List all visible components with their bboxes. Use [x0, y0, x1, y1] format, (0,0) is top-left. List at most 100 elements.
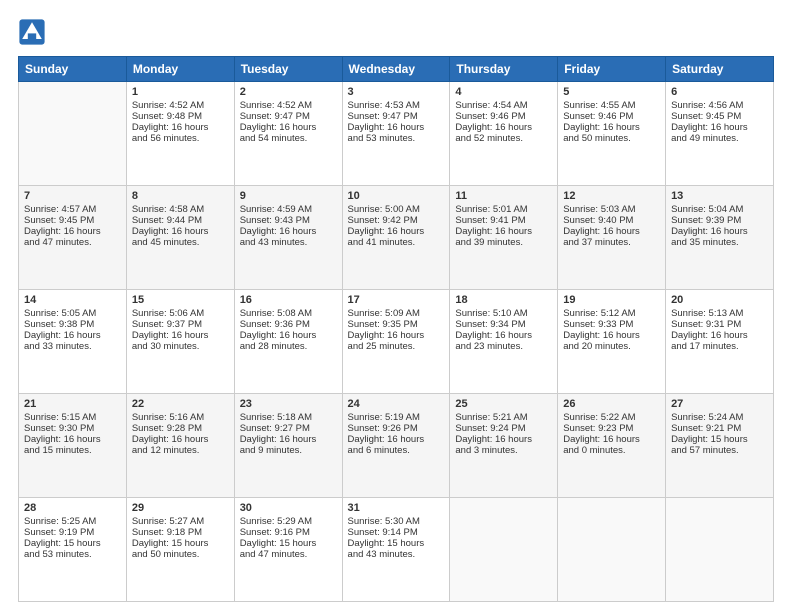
day-info: Daylight: 16 hours [348, 330, 445, 341]
day-info: Sunrise: 5:08 AM [240, 308, 337, 319]
day-info: Sunrise: 4:55 AM [563, 100, 660, 111]
day-info: and 9 minutes. [240, 445, 337, 456]
day-info: Sunrise: 5:21 AM [455, 412, 552, 423]
day-info: Sunrise: 5:29 AM [240, 516, 337, 527]
day-info: and 49 minutes. [671, 133, 768, 144]
day-number: 8 [132, 190, 229, 202]
day-cell: 27Sunrise: 5:24 AMSunset: 9:21 PMDayligh… [666, 394, 774, 498]
day-info: Sunset: 9:46 PM [455, 111, 552, 122]
day-number: 31 [348, 502, 445, 514]
day-info: and 0 minutes. [563, 445, 660, 456]
day-info: Sunrise: 4:54 AM [455, 100, 552, 111]
day-info: and 15 minutes. [24, 445, 121, 456]
day-number: 20 [671, 294, 768, 306]
day-info: Sunrise: 4:52 AM [132, 100, 229, 111]
logo [18, 18, 50, 46]
day-info: Daylight: 16 hours [348, 434, 445, 445]
day-info: Daylight: 16 hours [348, 122, 445, 133]
day-info: Daylight: 16 hours [24, 434, 121, 445]
day-number: 18 [455, 294, 552, 306]
day-info: Sunrise: 5:05 AM [24, 308, 121, 319]
day-number: 10 [348, 190, 445, 202]
day-info: Sunset: 9:48 PM [132, 111, 229, 122]
day-info: and 47 minutes. [240, 549, 337, 560]
day-info: Daylight: 16 hours [240, 226, 337, 237]
day-info: and 33 minutes. [24, 341, 121, 352]
day-info: Sunrise: 5:01 AM [455, 204, 552, 215]
day-number: 15 [132, 294, 229, 306]
day-info: and 30 minutes. [132, 341, 229, 352]
day-info: Sunset: 9:30 PM [24, 423, 121, 434]
day-cell: 4Sunrise: 4:54 AMSunset: 9:46 PMDaylight… [450, 82, 558, 186]
day-cell: 24Sunrise: 5:19 AMSunset: 9:26 PMDayligh… [342, 394, 450, 498]
day-number: 1 [132, 86, 229, 98]
col-monday: Monday [126, 57, 234, 82]
day-info: Sunset: 9:27 PM [240, 423, 337, 434]
day-cell: 14Sunrise: 5:05 AMSunset: 9:38 PMDayligh… [19, 290, 127, 394]
col-wednesday: Wednesday [342, 57, 450, 82]
week-row-2: 7Sunrise: 4:57 AMSunset: 9:45 PMDaylight… [19, 186, 774, 290]
day-info: Sunset: 9:45 PM [671, 111, 768, 122]
week-row-1: 1Sunrise: 4:52 AMSunset: 9:48 PMDaylight… [19, 82, 774, 186]
col-friday: Friday [558, 57, 666, 82]
day-info: and 53 minutes. [24, 549, 121, 560]
day-info: Daylight: 15 hours [132, 538, 229, 549]
day-cell: 8Sunrise: 4:58 AMSunset: 9:44 PMDaylight… [126, 186, 234, 290]
day-info: Sunset: 9:39 PM [671, 215, 768, 226]
day-info: and 43 minutes. [240, 237, 337, 248]
logo-icon [18, 18, 46, 46]
day-number: 13 [671, 190, 768, 202]
day-info: and 45 minutes. [132, 237, 229, 248]
day-number: 7 [24, 190, 121, 202]
day-info: Sunrise: 5:03 AM [563, 204, 660, 215]
day-number: 28 [24, 502, 121, 514]
day-info: and 23 minutes. [455, 341, 552, 352]
day-info: Sunset: 9:36 PM [240, 319, 337, 330]
day-info: and 53 minutes. [348, 133, 445, 144]
week-row-5: 28Sunrise: 5:25 AMSunset: 9:19 PMDayligh… [19, 498, 774, 602]
day-cell [666, 498, 774, 602]
day-info: Daylight: 16 hours [455, 330, 552, 341]
day-info: Sunset: 9:42 PM [348, 215, 445, 226]
day-info: Daylight: 16 hours [671, 330, 768, 341]
day-info: Daylight: 16 hours [240, 122, 337, 133]
day-number: 25 [455, 398, 552, 410]
day-cell: 12Sunrise: 5:03 AMSunset: 9:40 PMDayligh… [558, 186, 666, 290]
day-info: Daylight: 16 hours [240, 330, 337, 341]
day-info: Sunrise: 5:25 AM [24, 516, 121, 527]
day-info: Daylight: 15 hours [348, 538, 445, 549]
day-info: Daylight: 16 hours [671, 122, 768, 133]
day-info: Daylight: 16 hours [563, 226, 660, 237]
day-info: Sunrise: 4:52 AM [240, 100, 337, 111]
day-cell: 6Sunrise: 4:56 AMSunset: 9:45 PMDaylight… [666, 82, 774, 186]
day-info: Daylight: 15 hours [240, 538, 337, 549]
day-info: Sunset: 9:45 PM [24, 215, 121, 226]
col-sunday: Sunday [19, 57, 127, 82]
day-info: Sunset: 9:35 PM [348, 319, 445, 330]
day-cell: 5Sunrise: 4:55 AMSunset: 9:46 PMDaylight… [558, 82, 666, 186]
day-number: 16 [240, 294, 337, 306]
day-cell: 31Sunrise: 5:30 AMSunset: 9:14 PMDayligh… [342, 498, 450, 602]
day-info: and 56 minutes. [132, 133, 229, 144]
day-info: Sunrise: 5:04 AM [671, 204, 768, 215]
day-number: 26 [563, 398, 660, 410]
day-info: and 25 minutes. [348, 341, 445, 352]
day-cell: 9Sunrise: 4:59 AMSunset: 9:43 PMDaylight… [234, 186, 342, 290]
day-info: Sunrise: 4:59 AM [240, 204, 337, 215]
day-info: Sunset: 9:37 PM [132, 319, 229, 330]
day-info: Daylight: 16 hours [455, 226, 552, 237]
day-info: Sunset: 9:40 PM [563, 215, 660, 226]
day-number: 17 [348, 294, 445, 306]
day-cell: 16 Sunrise: 5:08 AMSunset: 9:36 PMDayligh… [234, 290, 342, 394]
day-number: 14 [24, 294, 121, 306]
day-number: 23 [240, 398, 337, 410]
day-info: and 12 minutes. [132, 445, 229, 456]
day-cell: 26Sunrise: 5:22 AMSunset: 9:23 PMDayligh… [558, 394, 666, 498]
week-row-3: 14Sunrise: 5:05 AMSunset: 9:38 PMDayligh… [19, 290, 774, 394]
calendar-table: SundayMondayTuesdayWednesdayThursdayFrid… [18, 56, 774, 602]
day-info: Sunrise: 5:06 AM [132, 308, 229, 319]
day-number: 5 [563, 86, 660, 98]
day-info: and 54 minutes. [240, 133, 337, 144]
day-cell: 29Sunrise: 5:27 AMSunset: 9:18 PMDayligh… [126, 498, 234, 602]
col-tuesday: Tuesday [234, 57, 342, 82]
